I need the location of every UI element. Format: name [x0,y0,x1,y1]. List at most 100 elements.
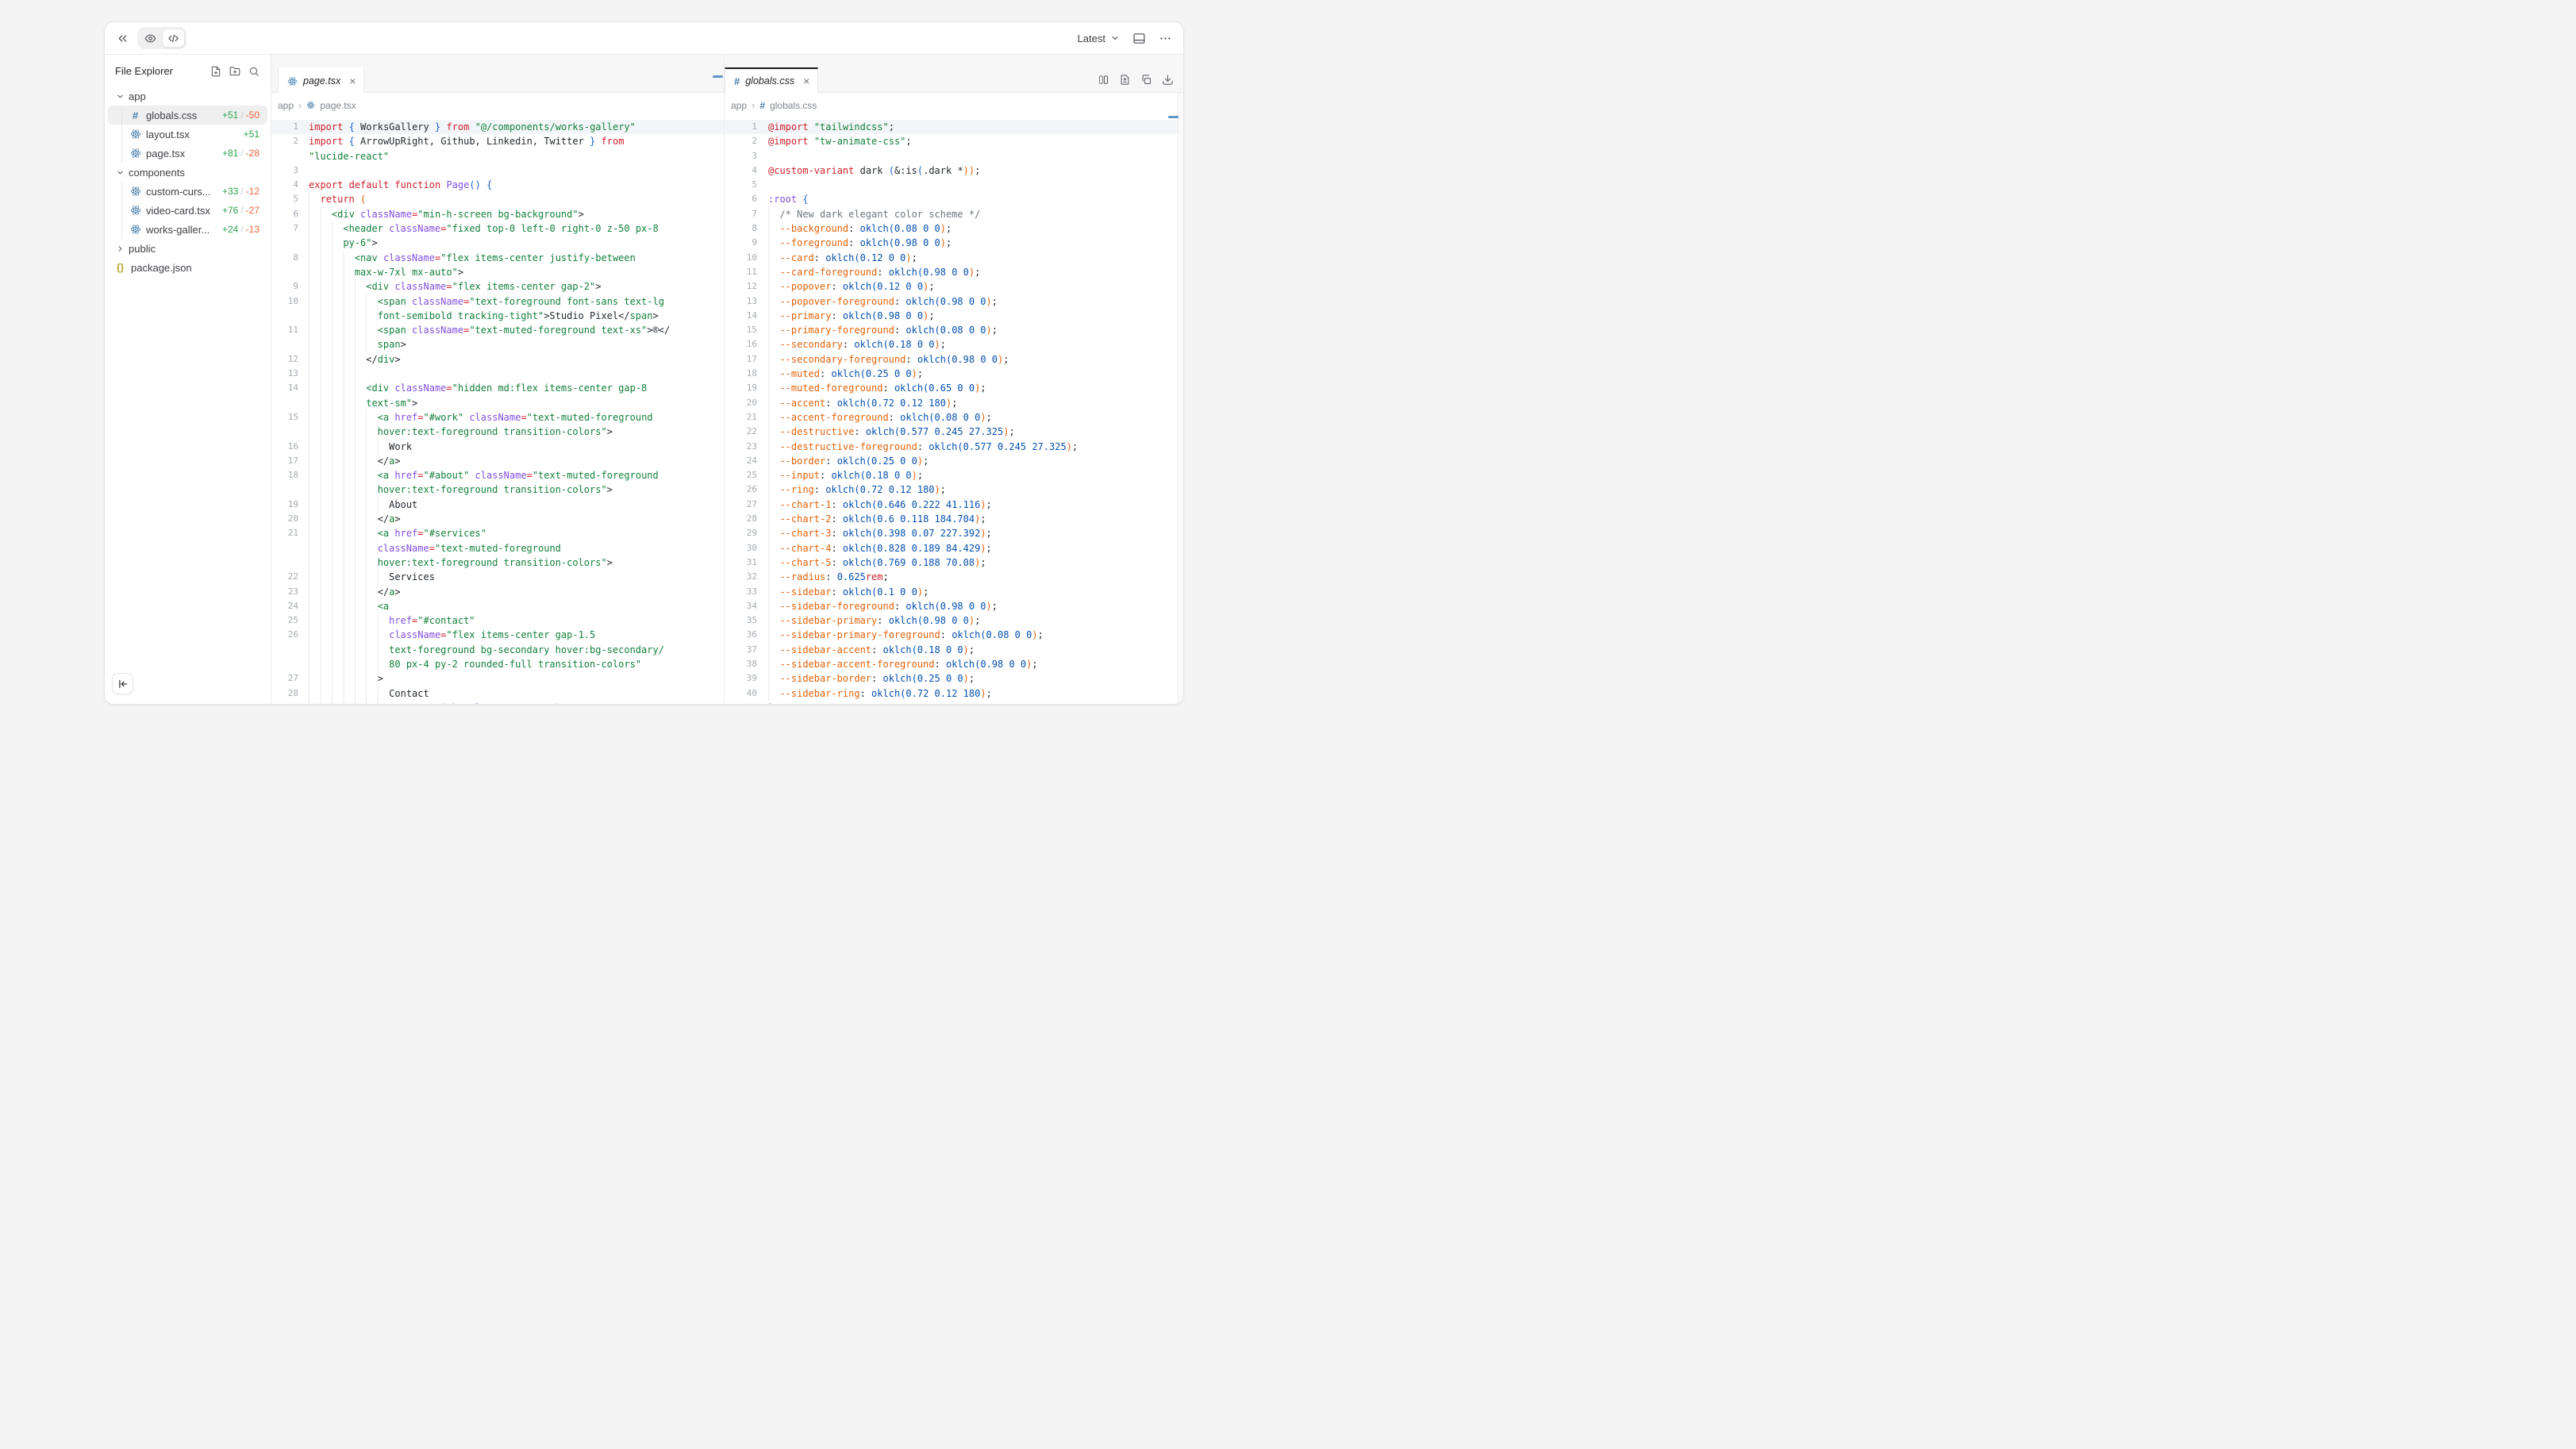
tab-page-tsx[interactable]: page.tsx × [278,67,364,93]
react-icon [287,76,298,86]
indent-guides [768,498,779,512]
tab-globals-css[interactable]: # globals.css × [725,67,818,93]
tree-file-video-card.tsx[interactable]: video-card.tsx+76/-27 [105,201,271,220]
line-number: 41 [725,701,757,705]
tree-file-page.tsx[interactable]: page.tsx+81/-28 [105,144,271,163]
line-number: 15 [725,323,757,337]
tree-folder-components[interactable]: components [105,163,271,182]
code-row: 2@import "tw-animate-css"; [725,134,1183,148]
indent-guides [309,526,378,540]
tree-file-layout.tsx[interactable]: layout.tsx+51 [105,125,271,144]
line-number: 23 [725,440,757,454]
code-editor[interactable]: 1@import "tailwindcss";2@import "tw-anim… [725,117,1183,705]
indent-guides [768,585,779,599]
line-number: 6 [271,207,298,221]
code-row: 10--card: oklch(0.12 0 0); [725,251,1183,265]
code-editor[interactable]: 1import { WorksGallery } from "@/compone… [271,117,724,705]
code-row: 1import { WorksGallery } from "@/compone… [271,120,724,134]
code-row: 1@import "tailwindcss"; [725,120,1183,134]
line-number [271,657,298,671]
css-icon: # [734,76,740,86]
breadcrumb: app › page.tsx [271,93,724,117]
code-row: 28Contact [271,686,724,701]
file-name: page.tsx [146,148,222,160]
new-folder-button[interactable] [229,66,240,77]
line-number: 40 [725,686,757,701]
react-icon [129,129,141,140]
lines-removed: -12 [246,186,260,197]
version-dropdown[interactable]: Latest [1078,33,1120,44]
json-icon: {} [114,263,126,272]
code-row: 7<header className="fixed top-0 left-0 r… [271,221,724,236]
line-number: 27 [725,498,757,512]
file-explorer-sidebar: File Explorer [105,55,271,705]
indent-guides [768,613,779,628]
line-number: 17 [271,454,298,468]
line-number [271,337,298,352]
lines-added: +81 [222,148,238,159]
preview-toggle-button[interactable] [139,29,162,48]
scrollbar-thumb[interactable] [1168,116,1178,118]
breadcrumb-file: page.tsx [320,100,356,111]
code-toggle-button[interactable] [162,29,185,48]
code-row: 33--sidebar: oklch(0.1 0 0); [725,585,1183,599]
line-number: 2 [271,134,298,148]
code-row: 6:root { [725,192,1183,206]
indent-guides [768,468,779,482]
code-row: font-semibold tracking-tight">Studio Pix… [271,309,724,323]
code-row: 17--secondary-foreground: oklch(0.98 0 0… [725,352,1183,367]
collapse-chat-button[interactable] [116,32,129,45]
line-number: 2 [725,134,757,148]
indent-guides [768,686,779,701]
line-number: 31 [725,555,757,570]
code-row: 34--sidebar-foreground: oklch(0.98 0 0); [725,599,1183,613]
line-number [271,425,298,439]
download-button[interactable] [1162,74,1174,86]
tree-folder-public[interactable]: public [105,239,271,258]
download-icon [1162,74,1174,86]
indent-guides [309,555,378,570]
react-icon [129,148,141,159]
scrollbar-track[interactable] [1178,93,1183,705]
line-number: 38 [725,657,757,671]
line-number: 10 [725,251,757,265]
tree-file-custom-curs...[interactable]: custom-curs...+33/-12 [105,182,271,201]
react-icon [129,205,141,216]
scrollbar-thumb[interactable] [713,75,723,78]
indent-guides [309,425,378,439]
close-tab-icon[interactable]: × [349,75,356,86]
indent-guides [309,440,389,454]
tree-file-works-galler...[interactable]: works-galler...+24/-13 [105,220,271,239]
panel-layout-button[interactable] [1132,32,1146,45]
more-options-button[interactable] [1159,32,1172,45]
line-number: 21 [725,410,757,425]
close-tab-icon[interactable]: × [803,75,809,86]
code-row: py-6"> [271,236,724,250]
line-number: 34 [725,599,757,613]
file-diff-button[interactable] [1119,74,1131,86]
new-file-button[interactable] [210,66,221,77]
diff-stats: +81/-28 [222,148,260,159]
line-number: 25 [725,468,757,482]
split-view-button[interactable] [1098,74,1109,86]
code-row: 12</div> [271,352,724,367]
line-number: 22 [271,570,298,584]
indent-guides [768,512,779,526]
code-row: 7/* New dark elegant color scheme */ [725,207,1183,221]
react-icon [129,224,141,235]
tree-file-globals.css[interactable]: #globals.css+51/-50 [105,106,271,125]
code-row: 14<div className="hidden md:flex items-c… [271,381,724,395]
tree-folder-app[interactable]: app [105,86,271,106]
line-number: 32 [725,570,757,584]
file-plus-icon [210,66,221,77]
file-name: package.json [131,262,260,274]
collapse-explorer-button[interactable] [112,673,133,694]
tree-file-package.json[interactable]: {} package.json [105,258,271,277]
line-number [271,149,298,163]
indent-guides [309,512,378,526]
indent-guides [309,367,366,381]
copy-button[interactable] [1140,74,1152,86]
folder-plus-icon [229,66,240,77]
search-files-button[interactable] [248,66,260,77]
indent-guides [768,396,779,410]
